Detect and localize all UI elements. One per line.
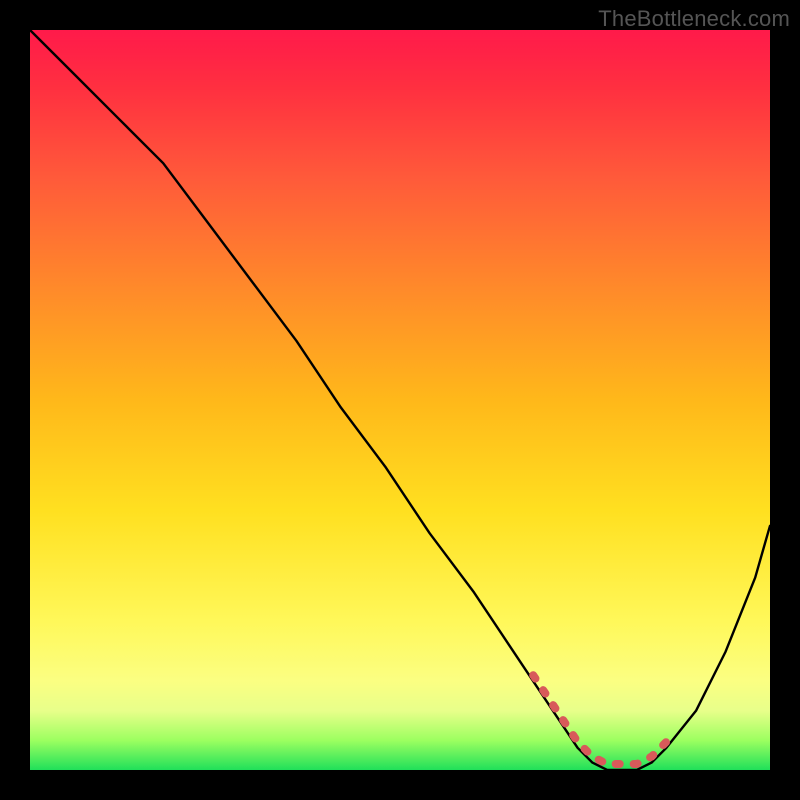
plot-area bbox=[30, 30, 770, 770]
bottleneck-curve bbox=[30, 30, 770, 770]
watermark-text: TheBottleneck.com bbox=[598, 6, 790, 32]
chart-frame: TheBottleneck.com bbox=[0, 0, 800, 800]
optimum-band-marker bbox=[533, 675, 666, 764]
curve-layer bbox=[30, 30, 770, 770]
